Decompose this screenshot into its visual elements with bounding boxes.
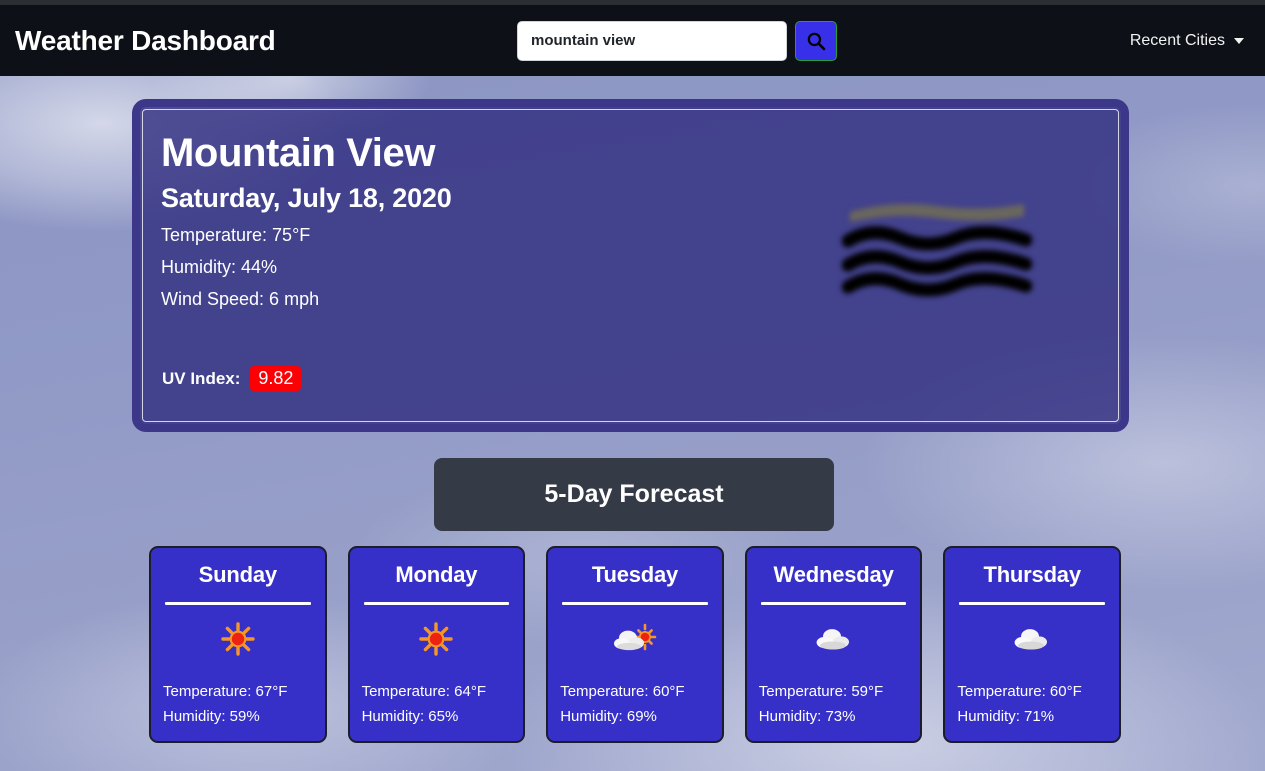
search-button[interactable]	[795, 20, 837, 61]
recent-cities-dropdown[interactable]: Recent Cities	[1130, 32, 1244, 50]
forecast-temperature: Temperature: 59°F	[758, 683, 884, 701]
sun-behind-cloud-icon	[559, 617, 711, 661]
forecast-card[interactable]: Tuesday Temperature: 60°F Humidity: 69%	[546, 546, 724, 743]
uv-index-row: UV Index: 9.82	[162, 366, 302, 391]
forecast-card[interactable]: Wednesday Temperature: 59°F Humidity: 73…	[744, 546, 923, 743]
forecast-humidity: Humidity: 71%	[957, 707, 1055, 725]
forecast-card[interactable]: Thursday Temperature: 60°F Humidity: 71%	[943, 546, 1121, 743]
forecast-day-name: Wednesday	[773, 562, 894, 587]
forecast-humidity: Humidity: 65%	[361, 707, 459, 725]
forecast-temperature: Temperature: 60°F	[957, 683, 1082, 701]
sun-icon	[162, 617, 314, 661]
forecast-humidity: Humidity: 73%	[758, 707, 856, 725]
main-content: Mountain View Saturday, July 18, 2020 Te…	[0, 76, 1265, 771]
forecast-temperature: Temperature: 64°F	[361, 683, 486, 701]
forecast-temperature: Temperature: 60°F	[560, 683, 685, 701]
sun-icon	[361, 617, 513, 661]
forecast-heading: 5-Day Forecast	[434, 458, 834, 531]
forecast-row: Sunday Temperature: 67°F Humidity: 59% M…	[149, 546, 1121, 743]
navbar: Weather Dashboard Recent Cities	[0, 5, 1265, 76]
forecast-day-name: Tuesday	[591, 562, 679, 587]
forecast-heading-label: 5-Day Forecast	[544, 480, 724, 508]
forecast-metrics: Temperature: 60°F Humidity: 71%	[956, 680, 1108, 729]
forecast-divider	[562, 602, 708, 605]
search-icon	[806, 31, 826, 51]
chevron-down-icon	[1234, 37, 1244, 44]
forecast-day-name: Thursday	[983, 562, 1081, 587]
forecast-divider	[760, 602, 907, 605]
forecast-metrics: Temperature: 67°F Humidity: 59%	[162, 680, 314, 729]
forecast-metrics: Temperature: 64°F Humidity: 65%	[361, 680, 513, 729]
forecast-divider	[363, 602, 510, 605]
forecast-metrics: Temperature: 59°F Humidity: 73%	[758, 680, 910, 729]
current-weather-card: Mountain View Saturday, July 18, 2020 Te…	[132, 99, 1129, 432]
current-weather-card-inner: Mountain View Saturday, July 18, 2020 Te…	[142, 109, 1119, 422]
search-input[interactable]	[517, 20, 787, 61]
search-form	[517, 20, 837, 61]
forecast-divider	[959, 602, 1105, 605]
city-name: Mountain View	[161, 131, 436, 175]
forecast-day-name: Sunday	[198, 562, 277, 587]
cloud-icon	[956, 617, 1108, 661]
forecast-temperature: Temperature: 67°F	[163, 683, 288, 701]
uv-index-label: UV Index:	[162, 368, 241, 388]
forecast-humidity: Humidity: 59%	[163, 707, 260, 725]
forecast-divider	[165, 602, 311, 605]
recent-cities-label: Recent Cities	[1129, 31, 1225, 49]
forecast-card[interactable]: Sunday Temperature: 67°F Humidity: 59%	[149, 546, 327, 743]
cloud-icon	[758, 617, 910, 661]
forecast-day-name: Monday	[395, 562, 478, 587]
mist-icon	[841, 186, 1033, 301]
forecast-humidity: Humidity: 69%	[560, 707, 657, 725]
forecast-metrics: Temperature: 60°F Humidity: 69%	[559, 680, 711, 729]
forecast-card[interactable]: Monday Temperature: 64°F Humidity: 65%	[347, 546, 526, 743]
app-title: Weather Dashboard	[15, 24, 276, 56]
uv-index-badge: 9.82	[250, 366, 302, 391]
